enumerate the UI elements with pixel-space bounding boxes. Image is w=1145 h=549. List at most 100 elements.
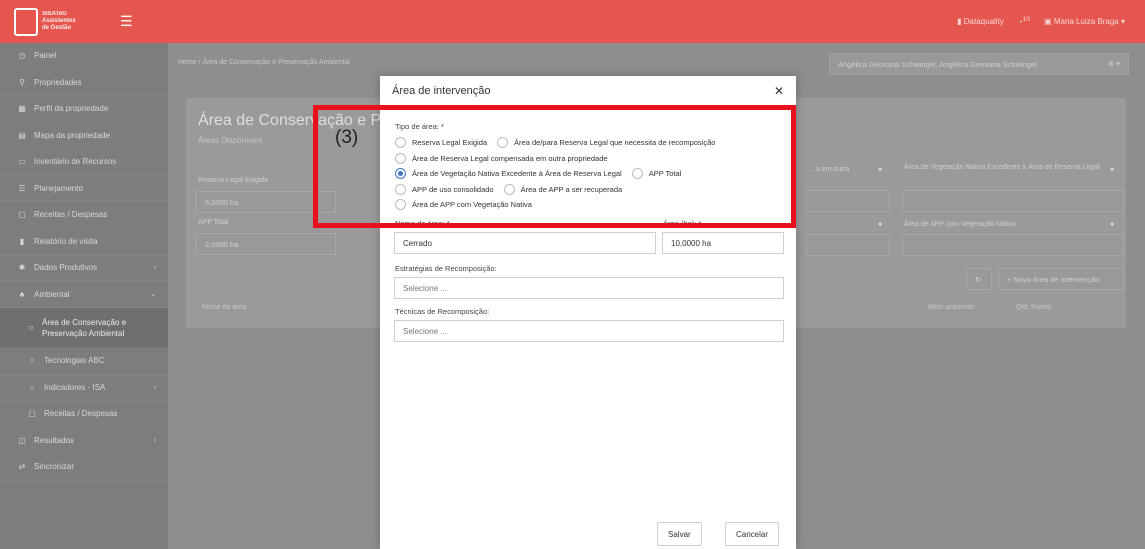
owner-select[interactable]: Angélica Geovana Schwingel, Angélica Geo…: [829, 53, 1129, 75]
menu-toggle-icon[interactable]: ☰: [120, 13, 133, 30]
info-icon: ●: [1110, 221, 1115, 228]
sidebar-item-label: Sincronizar: [34, 462, 75, 472]
app-total-label: APP Total: [198, 219, 229, 226]
sidebar-item-tecnologias-abc[interactable]: ○ Tecnologias ABC: [0, 348, 168, 375]
vegetacao-excedente-label: Área de Vegetação Nativa Excedente à Áre…: [904, 164, 1100, 171]
sidebar-item-label: Indicadores - ISA: [44, 382, 106, 392]
app-vegetacao-value: [902, 234, 1124, 256]
sidebar-item-inventario[interactable]: ▭ Inventário de Recursos: [0, 149, 168, 176]
circle-icon: ○: [29, 356, 35, 366]
save-button[interactable]: Salvar: [657, 522, 702, 546]
table-header-meio[interactable]: Meio ambiente: [928, 304, 974, 311]
sidebar-item-resultados[interactable]: ◫ Resultados ‹: [0, 428, 168, 454]
sidebar-item-relatorio[interactable]: ▮ Relatório de visita: [0, 229, 168, 255]
tree-icon: ♣: [19, 289, 25, 299]
refresh-button[interactable]: ↻: [966, 268, 992, 290]
report-icon: ▮: [19, 236, 25, 246]
clear-chevron-icon[interactable]: ⊗ ▾: [1108, 59, 1120, 68]
app-logo[interactable]: SISATeG Assistentes de Gestão: [14, 4, 114, 40]
circle-icon: ○: [28, 323, 34, 332]
circle-icon: ○: [29, 382, 35, 392]
sidebar-item-mapa[interactable]: ▤ Mapa da propriedade: [0, 123, 168, 149]
estrategias-select[interactable]: Selecione ...: [394, 277, 784, 299]
dataquality-link[interactable]: ▮ Dataquality: [957, 17, 1004, 26]
sidebar-item-label: Tecnologias ABC: [44, 356, 105, 366]
sidebar-item-label: Inventário de Recursos: [34, 157, 117, 167]
sidebar-item-planejamento[interactable]: ☰ Planejamento: [0, 176, 168, 202]
close-icon[interactable]: ✕: [774, 84, 784, 98]
app-other-value: [806, 234, 890, 256]
sidebar-item-area-conservacao[interactable]: ○ Área de Conservação e Preservação Ambie…: [0, 308, 168, 348]
sidebar-item-ambiental[interactable]: ♣ Ambiental ⌄: [0, 282, 168, 308]
chevron-down-icon: ⌄: [150, 291, 156, 299]
top-bar: SISATeG Assistentes de Gestão ☰ ▮ Dataqu…: [0, 0, 1145, 43]
dataquality-label: Dataquality: [963, 17, 1004, 26]
sidebar-item-propriedades[interactable]: ⚲ Propriedades: [0, 70, 168, 96]
app-vegetacao-label: Área de APP com Vegetação Nativa: [904, 221, 1016, 228]
highlight-box: [313, 105, 796, 228]
step-label: (3): [335, 127, 359, 148]
sidebar-item-indicadores-isa[interactable]: ○ Indicadores - ISA ‹: [0, 375, 168, 401]
user-name: Maria Luiza Braga: [1053, 17, 1119, 26]
chevron-left-icon: ‹: [153, 383, 156, 391]
breadcrumb[interactable]: Home / Área de Conservação e Preservação…: [178, 59, 350, 66]
money-icon: ▢: [28, 409, 36, 419]
nome-area-input[interactable]: Cerrado: [394, 232, 656, 254]
cancel-button[interactable]: Cancelar: [725, 522, 780, 546]
logo-text: SISATeG Assistentes de Gestão: [42, 11, 76, 31]
sidebar-item-label: Propriedades: [34, 77, 82, 87]
reserva-legal-label: Reserva Legal Exigida: [198, 177, 269, 184]
table-header-nome[interactable]: Nome da área: [202, 304, 246, 311]
sidebar-item-label: Dados Produtivos: [34, 263, 98, 273]
dashboard-icon: ◷: [18, 51, 26, 61]
vegetacao-excedente-value: [902, 190, 1124, 212]
list-icon: ☰: [18, 183, 26, 193]
notification-count: 10: [1022, 16, 1031, 24]
sidebar-item-label: Receitas / Despesas: [34, 210, 108, 220]
location-icon: ⚲: [19, 77, 25, 87]
table-header-rateio[interactable]: Qtd. Rateio: [1016, 304, 1051, 311]
modal-title: Área de intervenção: [392, 84, 491, 97]
sidebar-item-painel[interactable]: ◷ Painel: [0, 43, 168, 70]
chart-icon: ◫: [18, 435, 26, 445]
sidebar-item-label: Relatório de visita: [34, 236, 98, 246]
sidebar-item-sincronizar[interactable]: ⇄ Sincronizar: [0, 454, 168, 481]
grid-icon: ▦: [18, 104, 26, 114]
sidebar-item-label: Área de Conservação e Preservação Ambien…: [41, 317, 127, 338]
tecnicas-select[interactable]: Selecione ...: [394, 320, 784, 342]
sidebar-item-label: Resultados: [34, 435, 75, 445]
money-icon: ▢: [18, 210, 26, 220]
estrategias-label: Estratégias de Recomposição:: [395, 264, 497, 273]
info-icon: ●: [1110, 166, 1115, 173]
sidebar-item-dados-produtivos[interactable]: ✱ Dados Produtivos ‹: [0, 255, 168, 282]
refresh-icon: ↻: [975, 275, 982, 284]
map-icon: ▤: [18, 130, 26, 140]
sync-icon: ⇄: [18, 462, 26, 472]
compensada-value: [806, 190, 890, 212]
tecnicas-label: Técnicas de Recomposição:: [395, 307, 490, 316]
sidebar-item-label: Planejamento: [34, 183, 83, 193]
asterisk-icon: ✱: [18, 263, 26, 273]
sidebar-item-label: Mapa da propriedade: [34, 130, 111, 140]
user-menu[interactable]: ▣ Maria Luiza Braga ▾: [1044, 17, 1125, 26]
info-icon: ●: [878, 166, 883, 173]
sidebar-item-perfil[interactable]: ▦ Perfil da propriedade: [0, 96, 168, 123]
sidebar-item-label: Perfil da propriedade: [34, 104, 109, 114]
logo-icon: [14, 7, 38, 36]
chevron-left-icon: ‹: [153, 264, 156, 272]
sidebar-item-receitas[interactable]: ▢ Receitas / Despesas: [0, 202, 168, 229]
compensada-label: ...a em outra: [810, 166, 850, 173]
info-icon: ●: [878, 221, 883, 228]
app-total-value: 2,0000 ha: [196, 233, 336, 255]
document-icon: ▭: [18, 157, 26, 167]
area-ha-input[interactable]: 10,0000 ha: [662, 232, 784, 254]
owner-select-value: Angélica Geovana Schwingel, Angélica Geo…: [838, 60, 1037, 69]
modal-header: Área de intervenção ✕: [380, 76, 796, 106]
sidebar: ◷ Painel ⚲ Propriedades ▦ Perfil da proprie…: [0, 43, 168, 549]
card-subtitle: Áreas Disponíveis: [198, 136, 263, 145]
new-area-button[interactable]: + Nova área de intervenção: [998, 268, 1124, 290]
sidebar-item-receitas-ambiental[interactable]: ▢ Receitas / Despesas: [0, 401, 168, 428]
sidebar-item-label: Receitas / Despesas: [44, 409, 118, 419]
notifications-bell-icon[interactable]: ◔10: [1018, 16, 1030, 27]
sidebar-item-label: Ambiental: [34, 289, 70, 299]
